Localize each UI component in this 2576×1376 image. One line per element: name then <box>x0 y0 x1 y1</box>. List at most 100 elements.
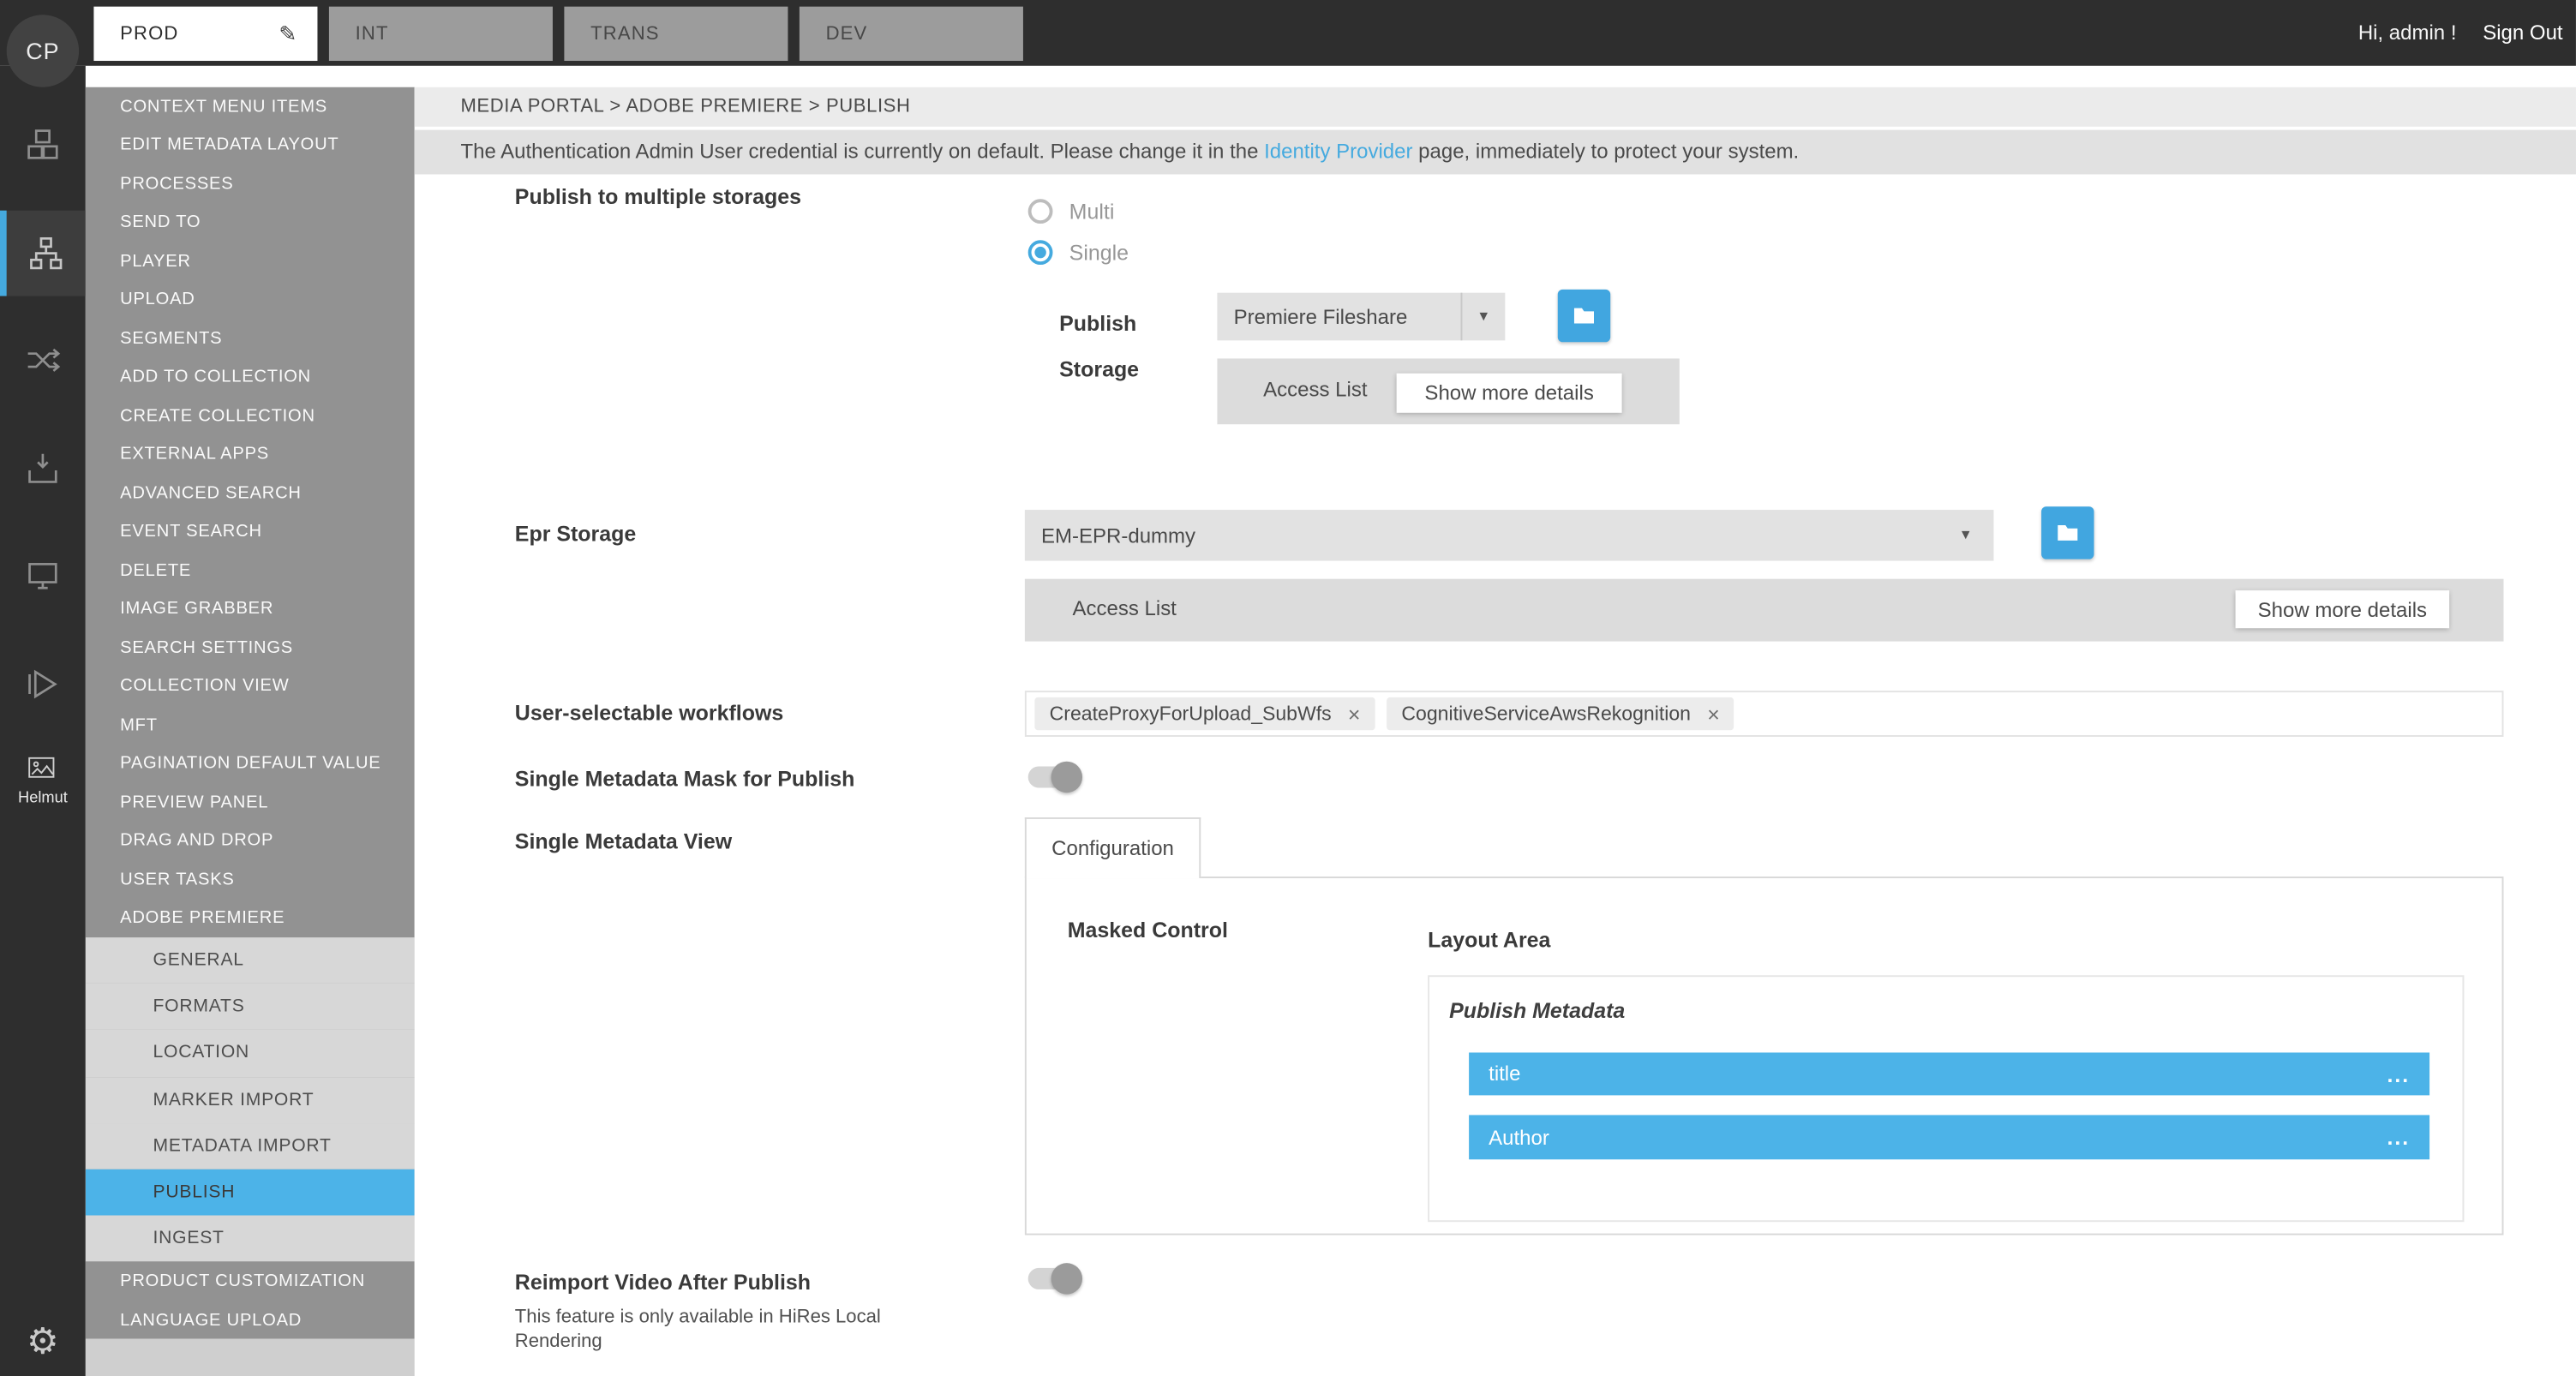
remove-tag-icon[interactable]: × <box>1707 703 1720 725</box>
workflow-tag[interactable]: CreateProxyForUpload_SubWfs × <box>1034 697 1375 730</box>
more-options-icon[interactable]: ... <box>2387 1125 2410 1150</box>
single-metadata-mask-toggle[interactable] <box>1028 762 1082 793</box>
tab-configuration[interactable]: Configuration <box>1025 817 1201 878</box>
reimport-help-text: This feature is only available in HiRes … <box>515 1306 918 1355</box>
workflow-tag[interactable]: CognitiveServiceAwsRekognition × <box>1387 697 1734 730</box>
player-icon <box>23 664 63 703</box>
sidebar-partial-item <box>86 1339 415 1376</box>
publish-storage-select[interactable]: Premiere Fileshare ▾ <box>1217 293 1505 341</box>
sidebar-item-processes[interactable]: PROCESSES <box>86 165 415 203</box>
rail-nav-workflows[interactable] <box>0 211 86 296</box>
sidebar-item-segments[interactable]: SEGMENTS <box>86 319 415 357</box>
rail-nav-connections[interactable] <box>0 317 86 403</box>
configuration-panel: Masked Control Layout Area Publish Metad… <box>1025 876 2504 1235</box>
radio-single[interactable]: Single <box>1028 240 1129 265</box>
sidebar-item-edit-metadata-layout[interactable]: EDIT METADATA LAYOUT <box>86 126 415 165</box>
sidebar-subitem-ingest[interactable]: INGEST <box>86 1216 415 1262</box>
settings-gear-icon[interactable]: ⚙ <box>0 1320 86 1363</box>
workflows-tag-input[interactable]: CreateProxyForUpload_SubWfs × CognitiveS… <box>1025 691 2504 737</box>
sidebar-item-add-to-collection[interactable]: ADD TO COLLECTION <box>86 357 415 396</box>
sidebar-item-adobe-premiere[interactable]: ADOBE PREMIERE <box>86 899 415 937</box>
epr-storage-select[interactable]: EM-EPR-dummy ▾ <box>1025 510 1994 561</box>
sidebar-subitem-general[interactable]: GENERAL <box>86 937 415 984</box>
sidebar-item-delete[interactable]: DELETE <box>86 551 415 589</box>
connections-icon <box>23 340 63 380</box>
tab-int[interactable]: INT <box>329 7 553 61</box>
show-more-details-button[interactable]: Show more details <box>2236 590 2450 628</box>
sidebar-subitem-publish[interactable]: PUBLISH <box>86 1170 415 1216</box>
sidebar-item-upload[interactable]: UPLOAD <box>86 280 415 319</box>
sidebar-subitem-metadata-import[interactable]: METADATA IMPORT <box>86 1123 415 1170</box>
browse-epr-storage-button[interactable] <box>2041 506 2094 559</box>
sidebar-item-search-settings[interactable]: SEARCH SETTINGS <box>86 628 415 667</box>
browse-publish-storage-button[interactable] <box>1558 290 1610 342</box>
masked-control-label: Masked Control <box>1068 918 1228 942</box>
sidebar-subitem-formats[interactable]: FORMATS <box>86 984 415 1030</box>
sidebar-item-preview-panel[interactable]: PREVIEW PANEL <box>86 783 415 822</box>
sidebar-subitem-marker-import[interactable]: MARKER IMPORT <box>86 1076 415 1122</box>
workflows-icon <box>27 234 66 273</box>
workflow-tag-label: CognitiveServiceAwsRekognition <box>1401 703 1691 726</box>
sidebar-item-advanced-search[interactable]: ADVANCED SEARCH <box>86 474 415 512</box>
sidebar-item-send-to[interactable]: SEND TO <box>86 203 415 242</box>
workflows-label: User-selectable workflows <box>515 701 783 726</box>
more-options-icon[interactable]: ... <box>2387 1062 2410 1086</box>
tab-configuration-label: Configuration <box>1051 837 1174 860</box>
epr-storage-access-panel: Access List Show more details <box>1025 579 2504 642</box>
app-logo-text: CP <box>26 38 59 64</box>
helmut-logo-text: Helmut <box>0 788 86 811</box>
warning-banner: The Authentication Admin User credential… <box>415 130 2576 175</box>
radio-multi[interactable]: Multi <box>1028 199 1115 224</box>
reimport-label: Reimport Video After Publish <box>515 1270 811 1295</box>
publish-storage-value: Premiere Fileshare <box>1217 305 1460 328</box>
metadata-field-title[interactable]: title ... <box>1469 1052 2429 1095</box>
tab-prod[interactable]: PROD ✎ <box>93 7 317 61</box>
warning-text-prefix: The Authentication Admin User credential… <box>460 140 1264 163</box>
identity-provider-link[interactable]: Identity Provider <box>1264 140 1412 163</box>
toggle-knob <box>1051 762 1082 793</box>
user-greeting: Hi, admin ! <box>2358 21 2457 45</box>
sidebar-item-drag-and-drop[interactable]: DRAG AND DROP <box>86 822 415 860</box>
metadata-field-author[interactable]: Author ... <box>1469 1115 2429 1159</box>
chevron-down-icon: ▾ <box>1938 510 1993 561</box>
breadcrumb: MEDIA PORTAL > ADOBE PREMIERE > PUBLISH <box>415 87 2576 127</box>
remove-tag-icon[interactable]: × <box>1348 703 1361 725</box>
sign-out-link[interactable]: Sign Out <box>2483 21 2562 45</box>
publish-multiple-label: Publish to multiple storages <box>515 184 801 209</box>
sidebar-item-image-grabber[interactable]: IMAGE GRABBER <box>86 589 415 628</box>
sidebar-item-mft[interactable]: MFT <box>86 705 415 744</box>
tab-trans-label: TRANS <box>590 24 660 44</box>
radio-single-circle[interactable] <box>1028 240 1053 265</box>
access-list-label: Access List <box>1263 378 1367 401</box>
sidebar-subitem-location[interactable]: LOCATION <box>86 1030 415 1076</box>
show-more-details-button[interactable]: Show more details <box>1397 374 1622 413</box>
rail-nav-apps[interactable] <box>0 533 86 619</box>
rail-nav-player[interactable] <box>0 642 86 727</box>
topbar: PROD ✎ INT TRANS DEV Hi, admin ! Sign Ou… <box>0 0 2576 66</box>
assets-icon <box>23 125 63 165</box>
app-root: PROD ✎ INT TRANS DEV Hi, admin ! Sign Ou… <box>0 0 2576 1376</box>
tab-trans[interactable]: TRANS <box>564 7 788 61</box>
sidebar-item-event-search[interactable]: EVENT SEARCH <box>86 512 415 551</box>
sidebar-item-user-tasks[interactable]: USER TASKS <box>86 860 415 899</box>
sidebar-item-product-customization[interactable]: PRODUCT CUSTOMIZATION <box>86 1262 415 1301</box>
sidebar-item-collection-view[interactable]: COLLECTION VIEW <box>86 667 415 705</box>
publish-metadata-group-title: Publish Metadata <box>1449 998 1625 1023</box>
sidebar-item-context-menu-items[interactable]: CONTEXT MENU ITEMS <box>86 87 415 126</box>
rail-nav-assets[interactable] <box>0 102 86 188</box>
sidebar-item-pagination-default-value[interactable]: PAGINATION DEFAULT VALUE <box>86 745 415 783</box>
rail-nav-collections[interactable] <box>0 426 86 512</box>
edit-pen-icon[interactable]: ✎ <box>279 21 297 47</box>
sidebar-item-external-apps[interactable]: EXTERNAL APPS <box>86 435 415 474</box>
workflow-tag-label: CreateProxyForUpload_SubWfs <box>1050 703 1332 726</box>
single-mask-label: Single Metadata Mask for Publish <box>515 766 855 791</box>
sidebar-item-create-collection[interactable]: CREATE COLLECTION <box>86 397 415 435</box>
tab-dev[interactable]: DEV <box>800 7 1023 61</box>
sidebar-item-player[interactable]: PLAYER <box>86 242 415 280</box>
apps-icon <box>23 556 63 595</box>
sidebar-item-language-upload[interactable]: LANGUAGE UPLOAD <box>86 1301 415 1339</box>
radio-multi-circle[interactable] <box>1028 199 1053 224</box>
helmut-logo: Helmut <box>0 757 86 811</box>
reimport-toggle[interactable] <box>1028 1263 1082 1294</box>
tab-int-label: INT <box>356 24 389 44</box>
